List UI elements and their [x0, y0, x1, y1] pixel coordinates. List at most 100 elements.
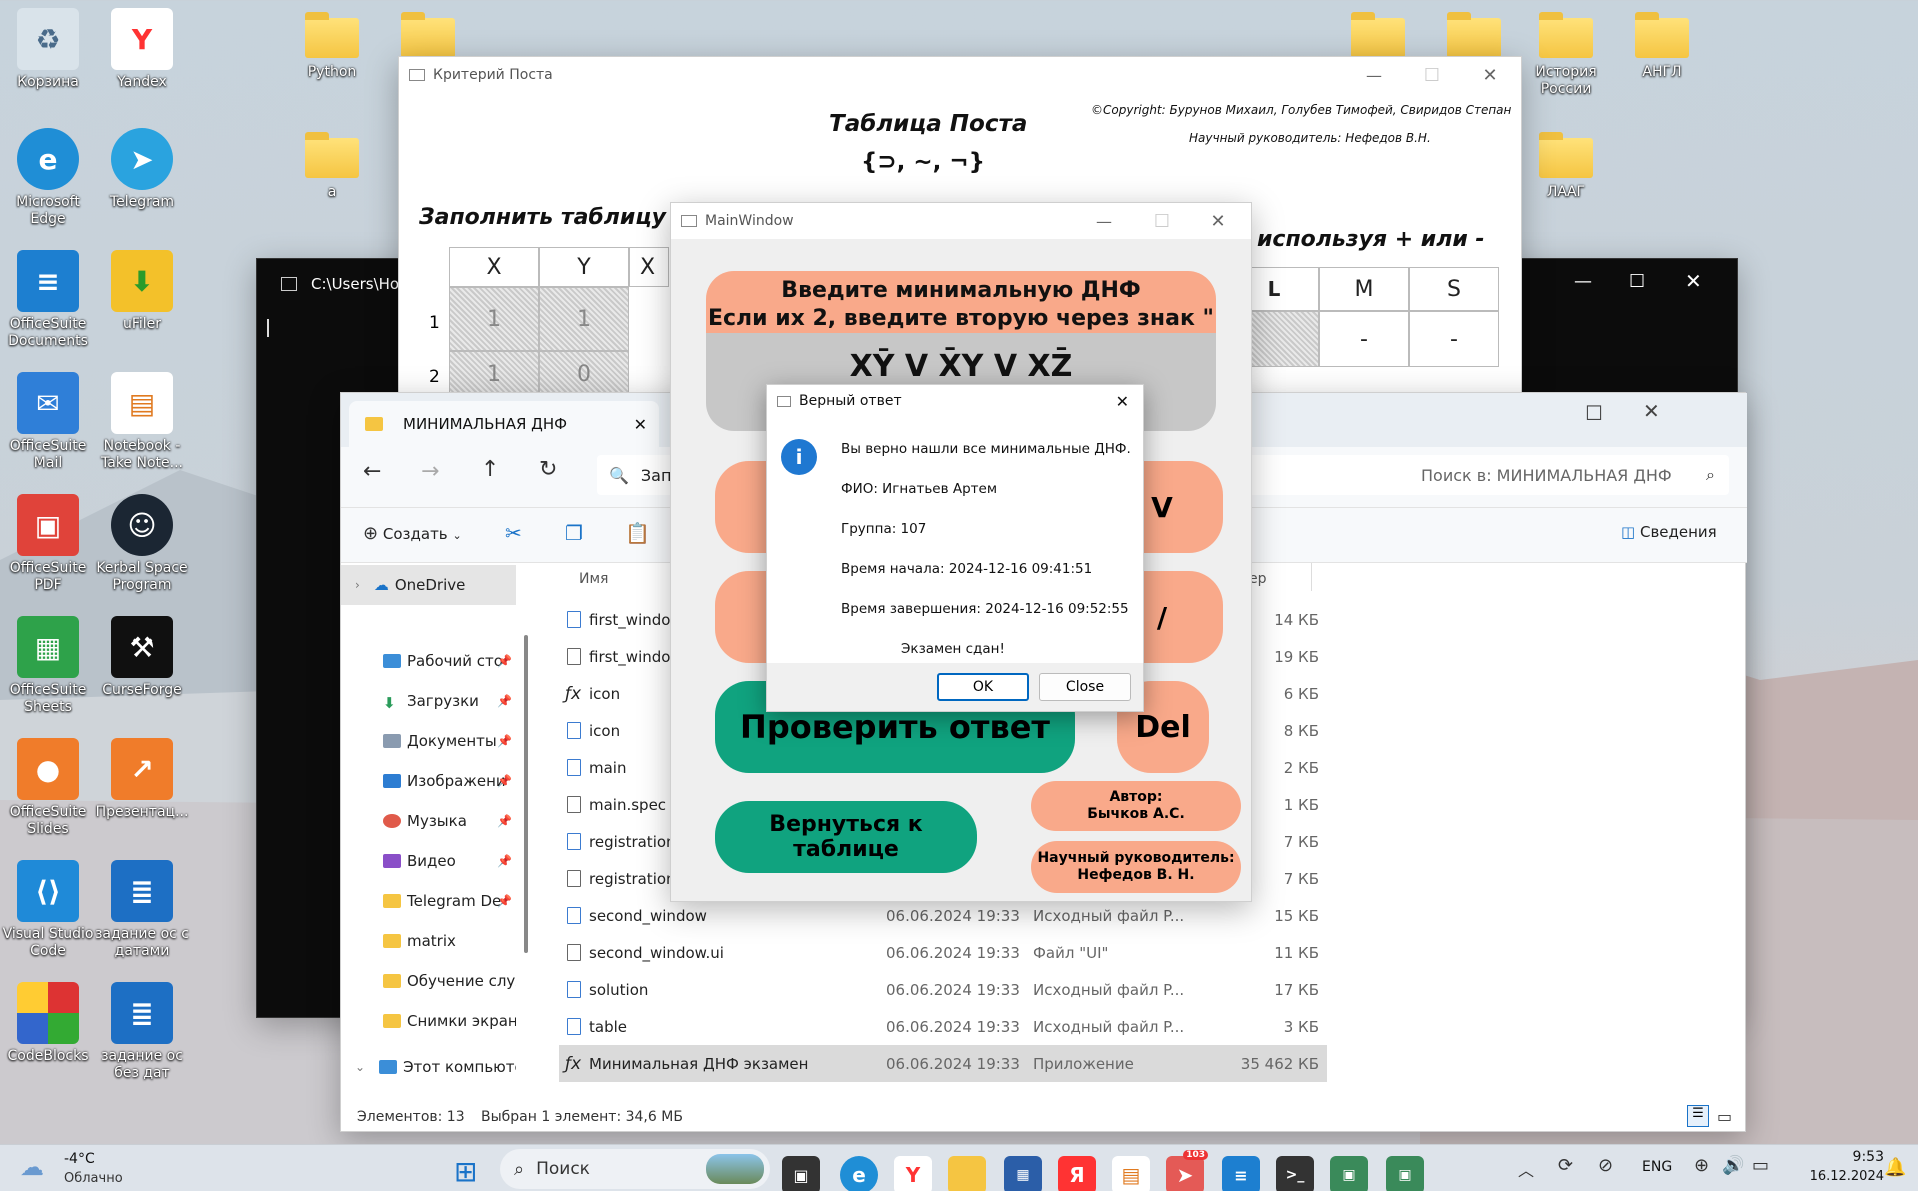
nav-music[interactable]: Музыка 📌 [341, 801, 516, 841]
desktop-icon-python[interactable]: Python [284, 4, 380, 81]
desktop-icon-zadanie2[interactable]: ≣ задание ос без дат [94, 982, 190, 1082]
weather-text[interactable]: Облачно [64, 1171, 123, 1186]
desktop-icon-folder-partial[interactable] [380, 4, 476, 58]
correct-answer-dialog[interactable]: Верный ответ ✕ i Вы верно нашли все мини… [766, 384, 1144, 712]
clock-time[interactable]: 9:53 [1838, 1149, 1884, 1165]
close-button[interactable]: Close [1039, 673, 1131, 701]
desktop-icon-edge[interactable]: e Microsoft Edge [0, 128, 96, 228]
desktop-icon-os-mail[interactable]: ✉ OfficeSuite Mail [0, 372, 96, 472]
battery-icon[interactable]: ▭ [1752, 1155, 1769, 1176]
weather-cloud-icon[interactable]: ☁ [20, 1153, 44, 1181]
ok-button[interactable]: OK [937, 673, 1029, 701]
forward-arrow-icon[interactable]: → [421, 459, 439, 484]
explorer-taskbar-icon[interactable] [948, 1156, 986, 1191]
nav-this-pc[interactable]: ⌄Этот компьютер [341, 1057, 516, 1077]
edge-taskbar-icon[interactable]: e [840, 1156, 878, 1191]
back-to-table-button[interactable]: Вернуться к таблице [715, 801, 977, 873]
desktop-icon-angl[interactable]: АНГЛ [1614, 4, 1710, 81]
desktop-icon-telegram[interactable]: ➤ Telegram [94, 128, 190, 211]
create-button[interactable]: ⊕ Создать ⌄ [363, 523, 462, 544]
nav-matrix[interactable]: matrix [341, 921, 516, 961]
explorer-maximize-button[interactable]: ☐ [1585, 401, 1603, 425]
nav-pictures[interactable]: Изображени 📌 [341, 761, 516, 801]
cell-r1-s[interactable]: - [1409, 311, 1499, 367]
up-arrow-icon[interactable]: ↑ [481, 457, 499, 482]
paste-icon[interactable]: 📋 [625, 521, 650, 545]
officesuite-taskbar-icon[interactable]: ≡ [1222, 1156, 1260, 1191]
details-button[interactable]: ◫ Сведения [1621, 523, 1717, 541]
desktop-icon-os-pdf[interactable]: ▣ OfficeSuite PDF [0, 494, 96, 594]
list-view-icon[interactable]: ☰ [1687, 1105, 1709, 1127]
nav-documents[interactable]: Документы 📌 [341, 721, 516, 761]
file-row-selected[interactable]: ƒx Минимальная ДНФ экзамен 06.06.2024 19:3… [559, 1045, 1327, 1082]
nav-screenshots[interactable]: Снимки экрана [341, 1001, 516, 1041]
tiles-view-icon[interactable]: ▭ [1717, 1107, 1732, 1126]
tab-close-icon[interactable]: ✕ [634, 415, 647, 434]
desktop-icon-prezentac[interactable]: ↗ Презентац... [94, 738, 190, 821]
explorer-tab[interactable]: МИНИМАЛЬНАЯ ДНФ ✕ [349, 401, 659, 447]
network-off-icon[interactable]: ⊘ [1598, 1155, 1613, 1176]
console-minimize-button[interactable]: — [1574, 271, 1592, 292]
main-maximize-button[interactable]: ☐ [1139, 203, 1185, 239]
dialog-titlebar[interactable]: Верный ответ ✕ [767, 385, 1143, 417]
telegram-taskbar-icon[interactable]: ➤ 103 [1166, 1150, 1208, 1191]
desktop-icon-istoriya[interactable]: История России [1518, 4, 1614, 98]
desktop-icon-notebook[interactable]: ▤ Notebook - Take Note... [94, 372, 190, 472]
post-maximize-button[interactable]: ☐ [1409, 57, 1455, 93]
desktop-icon-a[interactable]: a [284, 124, 380, 201]
chevron-up-icon[interactable]: ︿ [1518, 1157, 1534, 1181]
terminal-taskbar-icon[interactable]: >_ [1276, 1156, 1314, 1191]
python-app-taskbar-icon[interactable]: ▣ [1330, 1156, 1368, 1191]
desktop-icon-folder-1[interactable] [1330, 4, 1426, 58]
desktop-icon-korzina[interactable]: ♻ Корзина [0, 8, 96, 91]
refresh-icon[interactable]: ↻ [539, 457, 557, 482]
cut-icon[interactable]: ✂ [505, 521, 522, 545]
desktop-icon-zadanie1[interactable]: ≣ задание ос с датами [94, 860, 190, 960]
file-row[interactable]: second_window 06.06.2024 19:33 Исходный фа… [559, 897, 1319, 934]
main-minimize-button[interactable]: — [1081, 203, 1127, 239]
explorer-close-button[interactable]: ✕ [1643, 399, 1660, 423]
desktop-icon-laag[interactable]: ЛААГ [1518, 124, 1614, 201]
cell-r1-m[interactable]: - [1319, 311, 1409, 367]
console-close-button[interactable]: ✕ [1685, 269, 1702, 293]
desktop-icon-os-sheets[interactable]: ▦ OfficeSuite Sheets [0, 616, 96, 716]
nav-telegram[interactable]: Telegram De 📌 [341, 881, 516, 921]
back-arrow-icon[interactable]: ← [363, 459, 381, 484]
store-taskbar-icon[interactable]: ▦ [1004, 1156, 1042, 1191]
nav-downloads[interactable]: ⬇ Загрузки 📌 [341, 681, 516, 721]
main-close-button[interactable]: ✕ [1195, 203, 1241, 239]
python-app2-taskbar-icon[interactable]: ▣ [1386, 1156, 1424, 1191]
dialog-close-icon[interactable]: ✕ [1116, 392, 1129, 411]
file-row[interactable]: solution 06.06.2024 19:33 Исходный файл P.… [559, 971, 1319, 1008]
start-windows-icon[interactable]: ⊞ [454, 1155, 477, 1188]
nav-training[interactable]: Обучение служ [341, 961, 516, 1001]
clock-date[interactable]: 16.12.2024 [1794, 1169, 1884, 1184]
desktop-icon-curseforge[interactable]: ⚒ CurseForge [94, 616, 190, 699]
nav-desktop[interactable]: Рабочий сто 📌 [341, 641, 516, 681]
copy-icon[interactable]: ❐ [565, 521, 583, 545]
notifications-bell-icon[interactable]: 🔔 [1884, 1157, 1906, 1178]
console-maximize-button[interactable]: ☐ [1629, 271, 1645, 292]
taskbar-search[interactable]: ⌕ Поиск [500, 1149, 770, 1189]
desktop-icon-codeblocks[interactable]: CodeBlocks [0, 982, 96, 1065]
nav-videos[interactable]: Видео 📌 [341, 841, 516, 881]
desktop-icon-ksp[interactable]: ☺ Kerbal Space Program [94, 494, 190, 594]
desktop-icon-vscode[interactable]: ⟨⟩ Visual Studio Code [0, 860, 96, 960]
language-indicator[interactable]: ENG [1642, 1159, 1672, 1175]
globe-icon[interactable]: ⊕ [1694, 1155, 1709, 1176]
task-view-icon[interactable]: ▣ [782, 1156, 820, 1191]
post-close-button[interactable]: ✕ [1467, 57, 1513, 93]
desktop-icon-os-documents[interactable]: ≡ OfficeSuite Documents [0, 250, 96, 350]
file-row[interactable]: table 06.06.2024 19:33 Исходный файл P... 3… [559, 1008, 1319, 1045]
notebook-taskbar-icon[interactable]: ▤ [1112, 1156, 1150, 1191]
nav-scrollbar[interactable] [524, 635, 528, 953]
desktop-icon-folder-2[interactable] [1426, 4, 1522, 58]
sync-icon[interactable]: ⟳ [1558, 1155, 1573, 1176]
desktop-icon-os-slides[interactable]: ● OfficeSuite Slides [0, 738, 96, 838]
nav-onedrive[interactable]: › ☁ OneDrive [341, 565, 516, 605]
yandex-taskbar-icon[interactable]: Y [894, 1156, 932, 1191]
yandex-app-taskbar-icon[interactable]: Я [1058, 1156, 1096, 1191]
search-input[interactable]: Поиск в: МИНИМАЛЬНАЯ ДНФ ⌕ [1405, 455, 1729, 495]
desktop-icon-yandex[interactable]: Y Yandex [94, 8, 190, 91]
file-row[interactable]: second_window.ui 06.06.2024 19:33 Файл "UI… [559, 934, 1319, 971]
